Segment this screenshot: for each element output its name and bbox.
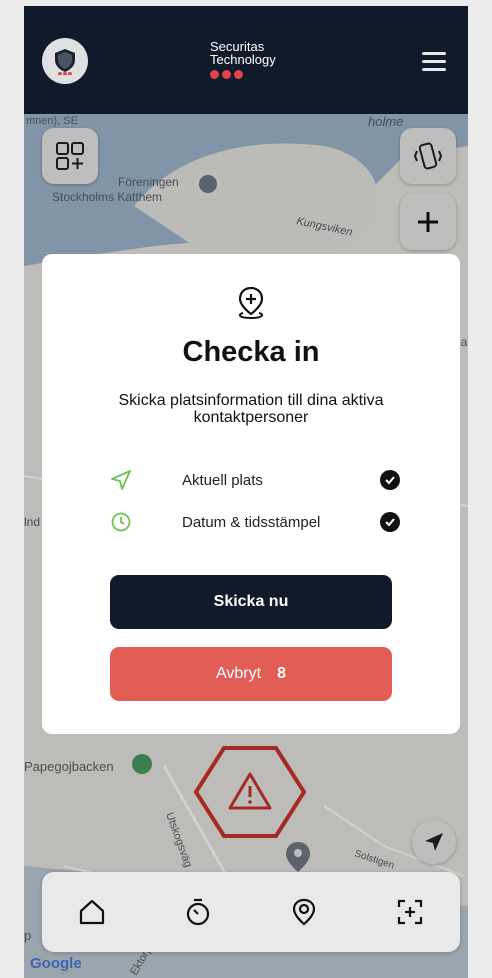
menu-button[interactable]: [422, 52, 446, 72]
bottom-navigation: [42, 872, 460, 952]
check-item-label: Datum & tidsstämpel: [182, 513, 321, 531]
cancel-label: Avbryt: [216, 665, 262, 682]
brand-line2: Technology: [210, 52, 276, 67]
cancel-countdown: 8: [277, 665, 286, 682]
check-in-scan-icon: [397, 899, 423, 925]
app-header: Securitas Technology: [24, 6, 468, 114]
check-item-label: Aktuell plats: [182, 471, 263, 489]
brand-logo: Securitas Technology: [210, 40, 276, 79]
location-arrow-icon: [111, 470, 131, 490]
hamburger-icon: [422, 52, 446, 55]
nav-check-in[interactable]: [392, 894, 428, 930]
timer-icon: [186, 898, 210, 926]
dialog-subtitle: Skicka platsinformation till dina aktiva…: [118, 392, 384, 426]
nav-timer[interactable]: [180, 894, 216, 930]
check-in-dialog: Checka in Skicka platsinformation till d…: [42, 254, 460, 734]
shield-icon: [55, 49, 75, 75]
checkmark-icon: [380, 512, 400, 532]
dialog-title: Checka in: [182, 336, 320, 368]
checkmark-icon: [380, 470, 400, 490]
send-now-button[interactable]: Skicka nu: [110, 575, 392, 629]
home-icon: [79, 899, 105, 925]
brand-dots: [210, 70, 276, 79]
app-screen: mnen), SE holme Föreningen Stockholms Ka…: [24, 6, 468, 978]
location-check-in-icon: [238, 286, 264, 320]
check-item-location: Aktuell plats: [110, 466, 400, 494]
nav-home[interactable]: [74, 894, 110, 930]
check-item-timestamp: Datum & tidsstämpel: [110, 508, 400, 536]
clock-icon: [111, 512, 131, 532]
profile-avatar[interactable]: [42, 38, 88, 84]
nav-location[interactable]: [286, 894, 322, 930]
cancel-button[interactable]: Avbryt 8: [110, 647, 392, 701]
send-now-label: Skicka nu: [213, 593, 289, 610]
location-pin-icon: [292, 898, 316, 926]
